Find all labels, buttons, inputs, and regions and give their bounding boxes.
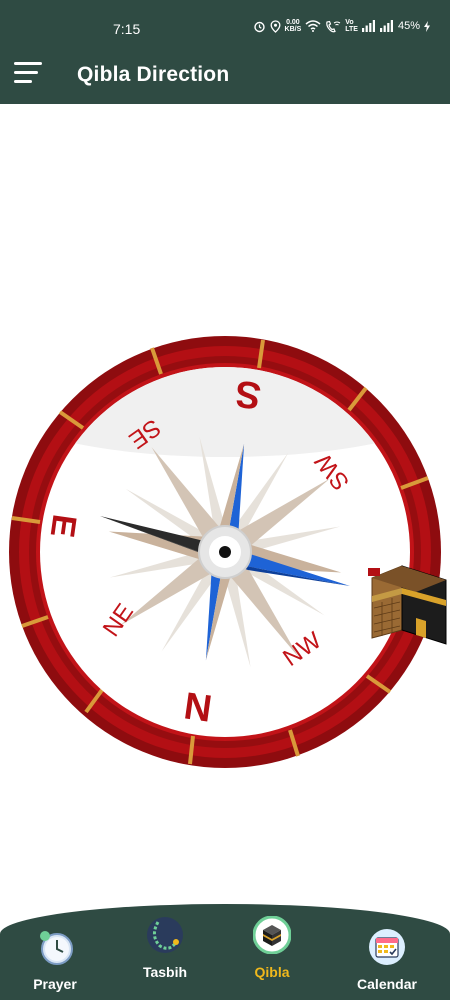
nav-label-qibla: Qibla [254, 964, 290, 980]
battery-percent: 45% [397, 20, 420, 32]
nav-label-calendar: Calendar [357, 976, 417, 992]
hamburger-line-1 [14, 62, 42, 65]
calendar-icon [369, 929, 405, 965]
volte-bottom: LTE [345, 26, 358, 33]
wifi-calling-icon [326, 20, 341, 32]
signal-icon-2 [379, 20, 393, 32]
kaaba-icon [253, 916, 291, 954]
volte-top: Vo [345, 19, 354, 26]
nav-item-calendar[interactable]: Calendar [342, 924, 432, 1000]
status-time: 7:15 [113, 21, 141, 37]
net-speed-value: 0.00 [286, 19, 300, 26]
app-bar: Qibla Direction [0, 44, 450, 104]
status-icons: 0.00 KB/S Vo LTE 45% [253, 19, 430, 33]
signal-icon [361, 20, 375, 32]
charging-icon [424, 20, 430, 32]
nav-label-tasbih: Tasbih [142, 964, 188, 980]
alarm-icon [253, 21, 265, 32]
kaaba-roof-red [368, 568, 380, 576]
needle-hub-pin [219, 546, 231, 558]
nav-label-prayer: Prayer [33, 976, 77, 992]
hamburger-line-3 [14, 80, 32, 83]
nav-item-tasbih[interactable]: Tasbih [120, 912, 210, 1000]
bottom-navigation: Prayer Tasbih Qibla Calendar [0, 904, 450, 1000]
hamburger-line-2 [14, 71, 38, 74]
menu-button[interactable] [14, 60, 44, 86]
wifi-icon [305, 20, 321, 32]
volte-indicator: Vo LTE [345, 19, 358, 33]
clock-icon [40, 931, 73, 965]
nav-item-qibla[interactable]: Qibla [227, 912, 317, 1000]
prayer-beads-icon [147, 917, 183, 953]
kaaba-door [416, 618, 426, 638]
direction-north-label: N [182, 683, 215, 728]
page-title: Qibla Direction [77, 63, 230, 86]
net-speed-unit: KB/S [284, 26, 302, 33]
network-speed: 0.00 KB/S [285, 19, 302, 33]
status-bar: 7:15 0.00 KB/S Vo LTE 45% [0, 0, 450, 44]
location-icon [270, 19, 280, 33]
nav-item-prayer[interactable]: Prayer [10, 924, 100, 1000]
qibla-compass: S N E SE SW NW NE [9, 336, 447, 768]
